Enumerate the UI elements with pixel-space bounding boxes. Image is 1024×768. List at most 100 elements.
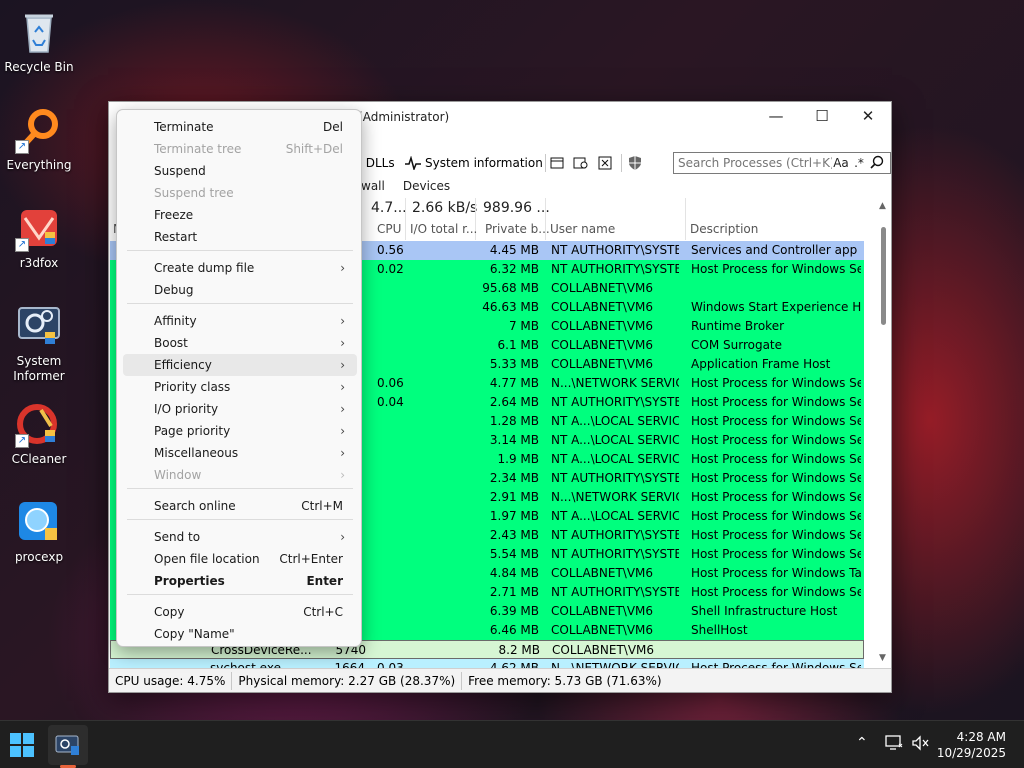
column-header-io[interactable]: I/O total r... [410, 222, 477, 236]
window-icon[interactable] [549, 155, 565, 171]
desktop-icon-label: System Informer [13, 354, 65, 383]
desktop-icon-everything[interactable]: ↗ Everything [0, 106, 78, 173]
menu-item-boost[interactable]: Boost › [123, 332, 357, 354]
process-description-cell: Host Process for Windows Ser... [691, 414, 861, 428]
search-icon[interactable] [868, 155, 886, 172]
menu-item-suspend-tree: Suspend tree [123, 182, 357, 204]
private-bytes-summary: 989.96 ... [483, 200, 550, 216]
network-icon[interactable] [885, 735, 903, 755]
close-window-icon[interactable] [597, 155, 613, 171]
dlls-toolbar-button[interactable]: r DLLs [357, 152, 395, 174]
menu-item-label: Miscellaneous [154, 446, 239, 460]
menu-item-copy-name[interactable]: Copy "Name" [123, 623, 357, 645]
process-user-cell: NT AUTHORITY\SYSTEM [551, 395, 679, 409]
process-user-cell: NT A...\LOCAL SERVICE [551, 509, 679, 523]
menu-item-label: Restart [154, 230, 198, 244]
shortcut-arrow-icon: ↗ [15, 238, 29, 252]
menu-item-label: Properties [154, 574, 225, 588]
menu-item-suspend[interactable]: Suspend [123, 160, 357, 182]
match-case-button[interactable]: Aa [832, 156, 850, 170]
taskbar-system-informer[interactable] [48, 725, 88, 765]
process-user-cell: NT AUTHORITY\SYSTEM [551, 528, 679, 542]
find-window-icon[interactable] [573, 155, 589, 171]
process-private-bytes-cell: 6.39 MB [489, 604, 539, 618]
chevron-right-icon: › [340, 380, 345, 394]
process-description-cell: Host Process for Windows Ser... [691, 452, 861, 466]
volume-muted-icon[interactable] [911, 735, 929, 755]
desktop-icon-recycle-bin[interactable]: Recycle Bin [0, 8, 78, 75]
menu-item-shortcut: Ctrl+C [303, 605, 343, 619]
process-description-cell: Host Process for Windows Ser... [691, 262, 861, 276]
menu-item-label: Suspend [154, 164, 206, 178]
physical-memory-status: Physical memory: 2.27 GB (28.37%) [232, 671, 463, 690]
scroll-up-icon[interactable]: ▲ [879, 201, 886, 211]
menu-item-search-online[interactable]: Search online Ctrl+M [123, 495, 357, 517]
desktop-icon-r3dfox[interactable]: ↗ r3dfox [0, 204, 78, 271]
menu-item-restart[interactable]: Restart [123, 226, 357, 248]
cpu-summary: 4.7... [371, 200, 407, 216]
tab-firewall[interactable]: wall [361, 179, 385, 193]
menu-item-open-file-location[interactable]: Open file location Ctrl+Enter [123, 548, 357, 570]
ccleaner-icon: ↗ [15, 400, 63, 448]
menu-item-efficiency[interactable]: Efficiency › [123, 354, 357, 376]
menu-item-properties[interactable]: Properties Enter [123, 570, 357, 592]
menu-item-shortcut: Shift+Del [285, 142, 343, 156]
desktop-icon-label: CCleaner [11, 452, 67, 466]
column-header-user-name[interactable]: User name [550, 222, 615, 236]
menu-item-label: Terminate tree [154, 142, 242, 156]
process-user-cell: N...\NETWORK SERVICE [551, 490, 679, 504]
process-user-cell: NT AUTHORITY\SYSTEM [551, 262, 679, 276]
process-user-cell: NT A...\LOCAL SERVICE [551, 414, 679, 428]
column-header-cpu[interactable]: CPU [377, 222, 401, 236]
process-private-bytes-cell: 7 MB [508, 319, 539, 333]
process-private-bytes-cell: 5.54 MB [489, 547, 539, 561]
process-private-bytes-cell: 2.71 MB [489, 585, 539, 599]
menu-item-create-dump-file[interactable]: Create dump file › [123, 257, 357, 279]
desktop-icon-procexp[interactable]: procexp [0, 498, 78, 565]
process-private-bytes-cell: 5.33 MB [489, 357, 539, 371]
desktop-icon-ccleaner[interactable]: ↗ CCleaner [0, 400, 78, 467]
system-information-button[interactable]: System information [405, 152, 543, 174]
process-private-bytes-cell: 6.32 MB [489, 262, 539, 276]
menu-item-freeze[interactable]: Freeze [123, 204, 357, 226]
scroll-thumb[interactable] [881, 227, 886, 325]
menu-item-send-to[interactable]: Send to › [123, 526, 357, 548]
start-button[interactable] [8, 731, 36, 759]
process-user-cell: NT AUTHORITY\SYSTEM [551, 243, 679, 257]
menu-item-miscellaneous[interactable]: Miscellaneous › [123, 442, 357, 464]
menu-item-label: I/O priority [154, 402, 219, 416]
regex-button[interactable]: .* [850, 156, 868, 170]
process-cpu-cell: 0.02 [377, 262, 404, 276]
tab-devices[interactable]: Devices [403, 179, 450, 193]
minimize-button[interactable]: — [753, 102, 799, 130]
system-informer-icon [55, 735, 79, 755]
close-button[interactable]: ✕ [845, 102, 891, 130]
column-header-description[interactable]: Description [690, 222, 758, 236]
menu-item-io-priority[interactable]: I/O priority › [123, 398, 357, 420]
menu-item-debug[interactable]: Debug [123, 279, 357, 301]
shield-icon[interactable] [627, 155, 643, 171]
toolbar-separator [545, 154, 546, 172]
menu-item-label: Affinity [154, 314, 197, 328]
clock[interactable]: 4:28 AM 10/29/2025 [937, 729, 1006, 761]
tray-overflow-chevron-icon[interactable]: ⌃ [856, 735, 868, 751]
shortcut-arrow-icon: ↗ [15, 140, 29, 154]
search-box[interactable]: Aa .* [673, 152, 891, 174]
menu-item-copy[interactable]: Copy Ctrl+C [123, 601, 357, 623]
menu-separator [127, 303, 353, 304]
menu-item-page-priority[interactable]: Page priority › [123, 420, 357, 442]
scroll-down-icon[interactable]: ▼ [879, 653, 886, 663]
process-user-cell: COLLABNET\VM6 [551, 566, 654, 580]
process-description-cell: COM Surrogate [691, 338, 783, 352]
menu-item-affinity[interactable]: Affinity › [123, 310, 357, 332]
vertical-scrollbar[interactable]: ▲ ▼ [877, 199, 891, 665]
process-explorer-icon [15, 498, 63, 546]
search-input[interactable] [678, 156, 832, 170]
menu-item-terminate[interactable]: Terminate Del [123, 116, 357, 138]
desktop-icon-system-informer[interactable]: System Informer [0, 302, 78, 384]
maximize-button[interactable]: ☐ [799, 102, 845, 130]
menu-item-priority-class[interactable]: Priority class › [123, 376, 357, 398]
process-user-cell: COLLABNET\VM6 [551, 604, 654, 618]
process-private-bytes-cell: 2.91 MB [489, 490, 539, 504]
column-header-private-bytes[interactable]: Private b... [485, 222, 550, 236]
